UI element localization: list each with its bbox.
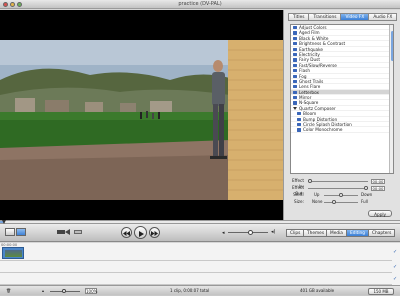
audio-track-1[interactable]	[0, 261, 392, 273]
effect-icon	[293, 36, 297, 40]
toolbar: ◂ ◂) Clips Themes Media Editing Chapters	[0, 224, 400, 242]
effect-icon	[293, 69, 297, 73]
imovie-window: practice (DV-PAL) Titles Transitions Vid…	[0, 0, 400, 295]
play-button[interactable]	[134, 226, 147, 239]
tab-titles[interactable]: Titles	[288, 13, 309, 21]
video-viewer[interactable]	[0, 10, 283, 220]
title-bar: practice (DV-PAL)	[0, 0, 400, 9]
size-slider[interactable]	[324, 200, 358, 204]
shift-row: Shift: Up Down	[288, 192, 398, 198]
volume-low-icon: ◂	[222, 230, 225, 236]
effect-icon	[293, 96, 297, 100]
effect-in-knob[interactable]	[308, 179, 312, 183]
effect-icon	[293, 90, 297, 94]
timeline-clip[interactable]	[2, 247, 24, 259]
window-title: practice (DV-PAL)	[178, 1, 222, 7]
shift-slider[interactable]	[324, 193, 358, 197]
effect-out-slider[interactable]	[308, 186, 368, 190]
size-min-label: None	[312, 199, 323, 204]
tab-chapters[interactable]: Chapters	[368, 229, 396, 237]
apply-button[interactable]: Apply	[368, 210, 392, 217]
effects-pane: Titles Transitions Video FX Audio FX Adj…	[283, 10, 400, 220]
effect-icon	[293, 79, 297, 84]
tab-themes[interactable]: Themes	[303, 229, 329, 237]
effect-icon	[293, 101, 297, 105]
mode-switch-icon[interactable]	[74, 230, 82, 234]
shift-min-label: Up	[314, 192, 320, 197]
effect-icon	[293, 74, 297, 78]
timeline-zoom-slider[interactable]	[50, 288, 80, 293]
effect-icon	[293, 58, 297, 62]
volume-slider[interactable]	[228, 230, 268, 235]
effect-icon	[293, 31, 297, 35]
effect-in-slider[interactable]	[308, 179, 368, 183]
edit-mode-button[interactable]	[16, 228, 26, 236]
effect-out-row: Effect Out: 00:00	[288, 185, 398, 196]
disk-usage-button[interactable]: 150 MB	[368, 287, 394, 295]
video-frame	[0, 40, 283, 200]
size-row: Size: None Full	[288, 199, 398, 205]
effects-list-item-label: Color Monochrome	[303, 127, 343, 133]
effects-list[interactable]: Adjust Colors Aged Film Black & White Brigh…	[290, 24, 394, 174]
effect-out-knob[interactable]	[364, 186, 368, 190]
video-track-checkbox[interactable]: ✓	[393, 250, 398, 255]
effect-icon	[297, 128, 301, 132]
play-icon	[138, 230, 144, 237]
rewind-button[interactable]	[121, 227, 132, 238]
volume-high-icon: ◂)	[271, 229, 276, 235]
audio-track-2-checkbox[interactable]: ✓	[393, 277, 398, 282]
effect-icon	[293, 47, 297, 51]
size-knob[interactable]	[332, 200, 336, 204]
tab-editing[interactable]: Editing	[346, 229, 369, 237]
status-bar: 🗑 ▴ 100% 1 clip, 0:00:07 total 401 GB av…	[0, 285, 400, 295]
effects-list-item[interactable]: Color Monochrome	[291, 127, 393, 133]
previous-icon	[123, 231, 130, 236]
effects-list-scrollbar[interactable]	[389, 25, 393, 173]
timeline-zoom-knob[interactable]	[62, 288, 66, 293]
effect-icon	[293, 52, 297, 57]
next-icon	[151, 231, 158, 236]
camera-icon	[56, 229, 72, 235]
tab-media[interactable]: Media	[326, 229, 347, 237]
tab-video-fx[interactable]: Video FX	[340, 13, 369, 21]
effect-out-value: 00:00	[371, 185, 385, 191]
zoom-percent-field[interactable]: 100%	[85, 288, 97, 294]
audio-track-2[interactable]	[0, 273, 392, 285]
effect-icon	[293, 85, 297, 89]
shift-max-label: Down	[361, 192, 373, 197]
video-track[interactable]	[0, 246, 392, 261]
shift-knob[interactable]	[339, 193, 343, 197]
effects-tabs: Titles Transitions Video FX Audio FX	[288, 13, 398, 21]
audio-track-1-checkbox[interactable]: ✓	[393, 265, 398, 270]
volume-knob[interactable]	[248, 230, 253, 235]
effect-icon	[297, 112, 301, 116]
fast-forward-button[interactable]	[149, 227, 160, 238]
clip-thumbnail	[5, 250, 22, 257]
timeline[interactable]: 00:00:00 ✓ ✓ ✓	[0, 243, 400, 285]
tab-audio-fx[interactable]: Audio FX	[368, 13, 398, 21]
effect-icon	[293, 42, 297, 46]
effects-list-scroll-thumb[interactable]	[390, 31, 393, 61]
shift-label: Shift:	[293, 192, 304, 197]
camera-mode-button[interactable]	[5, 228, 15, 236]
effect-in-value: 00:00	[371, 178, 385, 184]
effect-icon	[293, 63, 297, 67]
tab-transitions[interactable]: Transitions	[308, 13, 341, 21]
size-max-label: Full	[361, 199, 368, 204]
effect-in-row: Effect In: 00:00	[288, 178, 398, 189]
effect-icon	[293, 26, 297, 30]
effect-icon	[297, 117, 301, 121]
tab-clips[interactable]: Clips	[286, 229, 305, 237]
effect-icon	[297, 123, 301, 127]
size-label: Size:	[293, 199, 304, 204]
disclosure-triangle-icon[interactable]	[293, 107, 297, 111]
